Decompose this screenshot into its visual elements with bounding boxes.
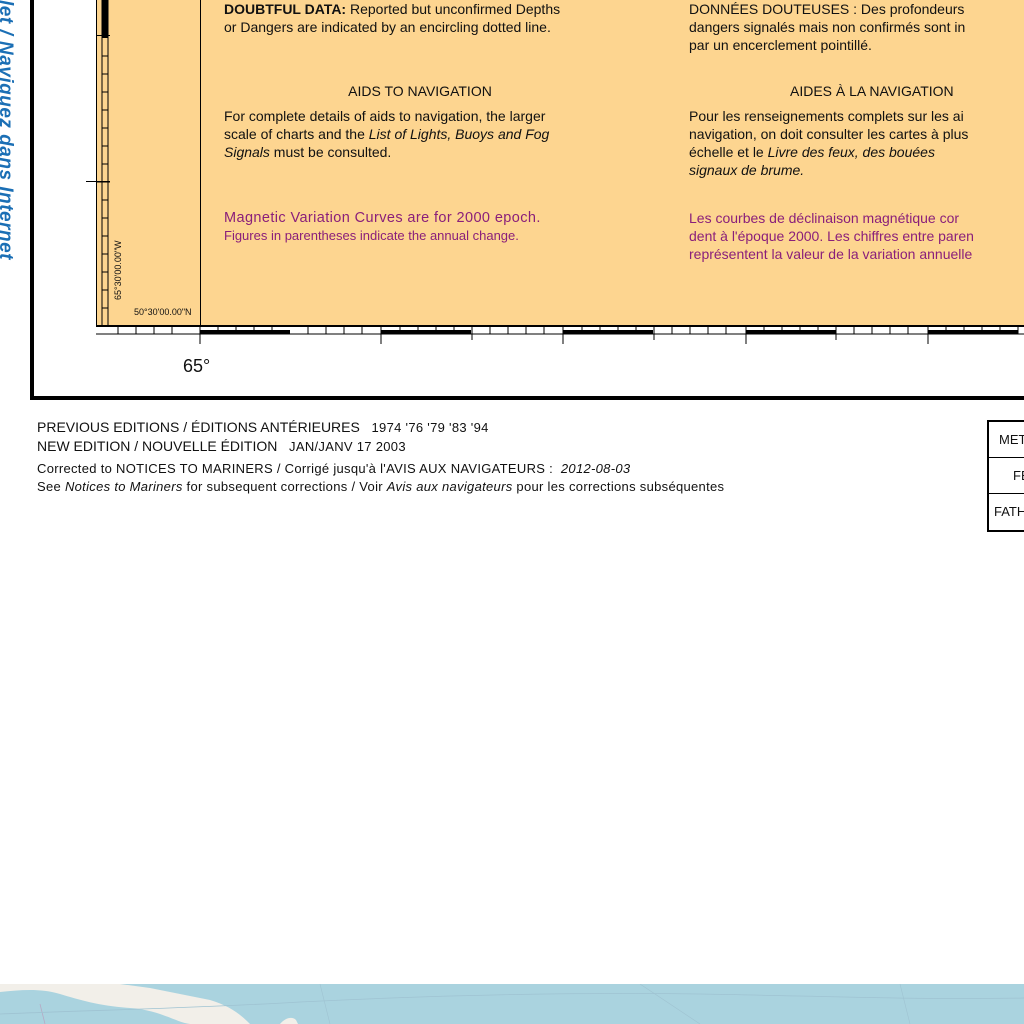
- latitude-scale: [96, 0, 110, 326]
- aids-heading-en: AIDS TO NAVIGATION: [348, 83, 492, 99]
- aids-line-2-fr: navigation, on doit consulter les cartes…: [689, 126, 969, 142]
- doubtful-data-fr: DONNÉES DOUTEUSES : Des profondeurs dang…: [689, 0, 965, 54]
- see-notices-title: Notices to Mariners: [64, 479, 183, 494]
- internet-link[interactable]: let / Naviguez dans Internet: [0, 0, 14, 330]
- corrected-label: Corrected to NOTICES TO MARINERS / Corri…: [37, 461, 554, 476]
- aids-body-en: For complete details of aids to navigati…: [224, 107, 549, 161]
- latitude-coordinate: 50°30'00.00"N: [134, 307, 192, 317]
- magnetic-line-3-fr: représentent la valeur de la variation a…: [689, 246, 973, 262]
- aids-line-2b-en: List of Lights, Buoys and Fog: [368, 126, 550, 142]
- previous-editions-label: PREVIOUS EDITIONS / ÉDITIONS ANTÉRIEURES: [37, 419, 360, 435]
- doubtful-label-en: DOUBTFUL DATA:: [224, 1, 347, 17]
- new-edition-date: JAN/JANV 17 2003: [289, 439, 406, 454]
- inner-neatline-vertical: [200, 0, 201, 326]
- magnetic-note-fr: Les courbes de déclinaison magnétique co…: [689, 209, 974, 263]
- longitude-degree-label: 65°: [183, 356, 211, 376]
- aids-heading-fr: AIDES À LA NAVIGATION: [790, 83, 954, 99]
- aids-line-3b-en: must be consulted.: [269, 144, 392, 160]
- see-text-1: See: [37, 479, 65, 494]
- doubtful-line-1-fr: DONNÉES DOUTEUSES : Des profondeurs: [689, 1, 965, 17]
- new-edition-label: NEW EDITION / NOUVELLE ÉDITION: [37, 438, 278, 454]
- see-text-2: for subsequent corrections / Voir: [182, 479, 387, 494]
- magnetic-note-en: Magnetic Variation Curves are for 2000 e…: [224, 209, 541, 245]
- longitude-coordinate: 65°30'00.00"W: [113, 240, 123, 300]
- corrected-date: 2012-08-03: [560, 461, 631, 476]
- longitude-scale: [96, 326, 1024, 344]
- magnetic-line-1-fr: Les courbes de déclinaison magnétique co…: [689, 210, 960, 226]
- aids-line-2a-en: scale of charts and the: [224, 126, 369, 142]
- doubtful-line-3-fr: par un encerclement pointillé.: [689, 37, 872, 53]
- graticule-tick: [86, 181, 110, 182]
- aids-line-3a-fr: échelle et le: [689, 144, 768, 160]
- aids-line-4-fr: signaux de brume.: [689, 162, 805, 178]
- aids-line-1-fr: Pour les renseignements complets sur les…: [689, 108, 964, 124]
- units-metres: METRES: [989, 422, 1024, 458]
- internet-link-text[interactable]: let / Naviguez dans Internet: [0, 0, 14, 260]
- aids-line-3b-fr: Livre des feux, des bouées: [767, 144, 935, 160]
- see-avis-title: Avis aux navigateurs: [386, 479, 513, 494]
- previous-editions-years: 1974 '76 '79 '83 '94: [371, 420, 489, 435]
- depth-units-table: METRES FEET FATHOMS: [987, 420, 1024, 532]
- basemap-strip[interactable]: [0, 984, 1024, 1024]
- doubtful-data-en: DOUBTFUL DATA: Reported but unconfirmed …: [224, 0, 560, 36]
- editions-block: PREVIOUS EDITIONS / ÉDITIONS ANTÉRIEURES…: [37, 418, 724, 496]
- doubtful-line-2-en: or Dangers are indicated by an encirclin…: [224, 19, 551, 35]
- graticule-tick: [96, 35, 110, 36]
- units-feet: FEET: [989, 458, 1024, 494]
- doubtful-line-1-en: Reported but unconfirmed Depths: [346, 1, 561, 17]
- coastline-map: [0, 984, 1024, 1024]
- units-fathoms: FATHOMS: [994, 504, 1024, 519]
- doubtful-line-2-fr: dangers signalés mais non confirmés sont…: [689, 19, 966, 35]
- magnetic-line-2-fr: dent à l'époque 2000. Les chiffres entre…: [689, 228, 974, 244]
- aids-body-fr: Pour les renseignements complets sur les…: [689, 107, 968, 179]
- magnetic-line-2-en: Figures in parentheses indicate the annu…: [224, 228, 519, 243]
- aids-line-1-en: For complete details of aids to navigati…: [224, 108, 546, 124]
- see-text-3: pour les corrections subséquentes: [512, 479, 725, 494]
- magnetic-line-1-en: Magnetic Variation Curves are for 2000 e…: [224, 210, 541, 226]
- aids-line-3a-en: Signals: [224, 144, 270, 160]
